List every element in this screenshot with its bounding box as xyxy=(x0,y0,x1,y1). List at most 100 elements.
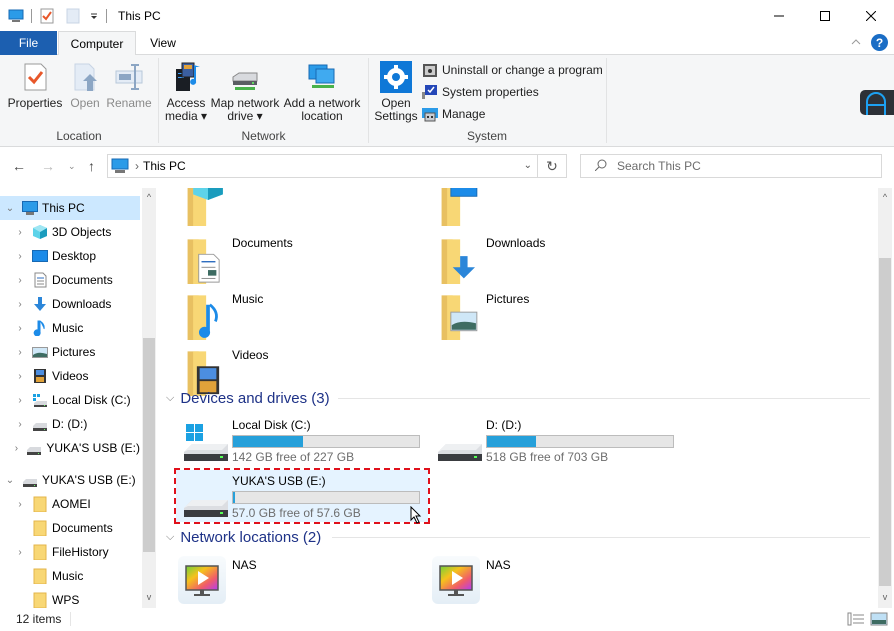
help-button[interactable]: ? xyxy=(871,34,888,51)
address-dropdown-button[interactable]: ⌄ xyxy=(524,160,532,171)
tab-view[interactable]: View xyxy=(138,31,188,55)
nav-item[interactable]: › Videos xyxy=(0,364,140,388)
chevron-right-icon[interactable]: › xyxy=(14,395,26,406)
chevron-right-icon[interactable]: › xyxy=(14,499,26,510)
nav-item-label: Documents xyxy=(52,521,113,535)
folder-item[interactable]: Music xyxy=(160,282,410,340)
folder-item[interactable]: Downloads xyxy=(414,226,664,284)
nav-item[interactable]: › AOMEI xyxy=(0,492,140,516)
desktop-folder-icon xyxy=(438,188,478,226)
open-button[interactable]: Open xyxy=(66,61,104,110)
navigation-bar: ← → ⌄ ↑ › This PC ⌄ ↻ Search This PC xyxy=(0,148,894,186)
window-title: This PC xyxy=(118,8,161,23)
folder-item[interactable] xyxy=(160,188,410,228)
maximize-button[interactable] xyxy=(802,0,848,31)
nav-item[interactable]: › Pictures xyxy=(0,340,140,364)
tab-computer[interactable]: Computer xyxy=(58,31,136,56)
breadcrumb-this-pc[interactable]: This PC xyxy=(143,159,186,173)
nav-item[interactable]: Music xyxy=(0,564,140,588)
up-button[interactable]: ↑ xyxy=(88,158,95,174)
scroll-up-arrow[interactable]: ^ xyxy=(142,192,156,202)
network-location-item[interactable]: NAS xyxy=(414,554,664,606)
search-input[interactable]: Search This PC xyxy=(617,159,701,173)
chevron-right-icon[interactable]: › xyxy=(14,547,26,558)
network-location-name: NAS xyxy=(486,558,511,572)
access-media-button[interactable]: Access media ▾ xyxy=(163,61,209,123)
minimize-button[interactable] xyxy=(756,0,802,31)
downloads-icon xyxy=(32,296,48,312)
drive-item[interactable]: Local Disk (C:) 142 GB free of 227 GB xyxy=(176,414,428,466)
large-icons-view-button[interactable] xyxy=(870,611,888,627)
content-scrollbar[interactable]: ^ v xyxy=(878,188,892,608)
drive-name: YUKA'S USB (E:) xyxy=(232,474,326,488)
chevron-right-icon[interactable]: › xyxy=(14,419,26,430)
folder-name: Pictures xyxy=(486,292,530,306)
group-label-system: System xyxy=(466,129,507,143)
folder-item[interactable]: Pictures xyxy=(414,282,664,340)
nav-item[interactable]: › Downloads xyxy=(0,292,140,316)
chevron-right-icon[interactable]: › xyxy=(14,227,26,238)
uninstall-program-button[interactable]: Uninstall or change a program xyxy=(422,60,603,80)
search-box[interactable]: Search This PC xyxy=(580,154,882,178)
nav-item[interactable]: ⌄ YUKA'S USB (E:) xyxy=(0,468,140,492)
chevron-right-icon[interactable]: › xyxy=(14,275,26,286)
scroll-thumb[interactable] xyxy=(143,338,155,552)
devices-section-header[interactable]: ⌵ Devices and drives (3) xyxy=(166,388,870,408)
tab-file[interactable]: File xyxy=(0,31,57,55)
properties-icon[interactable] xyxy=(39,8,55,24)
chevron-right-icon[interactable]: › xyxy=(14,251,26,262)
nav-item[interactable]: Documents xyxy=(0,516,140,540)
section-divider xyxy=(338,398,870,399)
scroll-down-arrow[interactable]: v xyxy=(142,592,156,602)
open-settings-button[interactable]: Open Settings xyxy=(373,61,419,123)
recent-locations-button[interactable]: ⌄ xyxy=(68,161,76,172)
map-network-drive-button[interactable]: Map network drive ▾ xyxy=(209,61,281,123)
new-folder-icon[interactable] xyxy=(65,8,81,24)
network-location-item[interactable]: NAS xyxy=(160,554,410,606)
nav-pane-scrollbar[interactable]: ^ v xyxy=(142,188,156,608)
add-network-location-button[interactable]: Add a network location xyxy=(282,61,362,123)
system-properties-button[interactable]: System properties xyxy=(422,82,539,102)
chevron-right-icon[interactable]: › xyxy=(14,323,26,334)
network-section-header[interactable]: ⌵ Network locations (2) xyxy=(166,527,870,547)
nav-item[interactable]: › 3D Objects xyxy=(0,220,140,244)
properties-button[interactable]: Properties xyxy=(6,61,64,110)
nav-item[interactable]: › Music xyxy=(0,316,140,340)
nav-item[interactable]: › D: (D:) xyxy=(0,412,140,436)
computer-icon[interactable] xyxy=(8,8,24,24)
drive-icon xyxy=(26,440,42,456)
back-button[interactable]: ← xyxy=(12,158,26,174)
chevron-right-icon[interactable]: › xyxy=(14,371,26,382)
nav-item[interactable]: › Desktop xyxy=(0,244,140,268)
scroll-up-arrow[interactable]: ^ xyxy=(878,192,892,202)
nav-item[interactable]: › Local Disk (C:) xyxy=(0,388,140,412)
nav-item[interactable]: › FileHistory xyxy=(0,540,140,564)
chevron-down-icon[interactable]: ⌄ xyxy=(4,475,16,486)
close-button[interactable] xyxy=(848,0,894,31)
address-bar[interactable]: › This PC ⌄ ↻ xyxy=(107,154,567,178)
customize-dropdown-icon[interactable] xyxy=(89,8,99,24)
nav-item-label: AOMEI xyxy=(52,497,91,511)
collapse-ribbon-button[interactable] xyxy=(851,37,861,49)
nav-item[interactable]: › YUKA'S USB (E:) xyxy=(0,436,140,460)
nav-item[interactable]: ⌄ This PC xyxy=(0,196,140,220)
refresh-button[interactable]: ↻ xyxy=(537,155,566,177)
forward-button[interactable]: → xyxy=(41,158,55,174)
scroll-down-arrow[interactable]: v xyxy=(878,592,892,602)
folder-item[interactable]: Documents xyxy=(160,226,410,284)
folder-item[interactable] xyxy=(414,188,664,228)
chevron-right-icon[interactable]: › xyxy=(14,299,26,310)
drive-item[interactable]: YUKA'S USB (E:) 57.0 GB free of 57.6 GB xyxy=(174,468,430,524)
aomei-overlay-badge[interactable] xyxy=(860,90,894,115)
nav-item[interactable]: › Documents xyxy=(0,268,140,292)
folder-item[interactable]: Videos xyxy=(160,338,410,396)
scroll-thumb[interactable] xyxy=(879,258,891,586)
nav-item[interactable]: WPS xyxy=(0,588,140,608)
chevron-down-icon[interactable]: ⌄ xyxy=(4,203,16,214)
manage-button[interactable]: Manage xyxy=(422,104,485,124)
chevron-right-icon[interactable]: › xyxy=(14,347,26,358)
drive-item[interactable]: D: (D:) 518 GB free of 703 GB xyxy=(430,414,682,466)
chevron-right-icon[interactable]: › xyxy=(12,443,22,454)
details-view-button[interactable] xyxy=(847,611,865,627)
rename-button[interactable]: Rename xyxy=(106,61,152,110)
